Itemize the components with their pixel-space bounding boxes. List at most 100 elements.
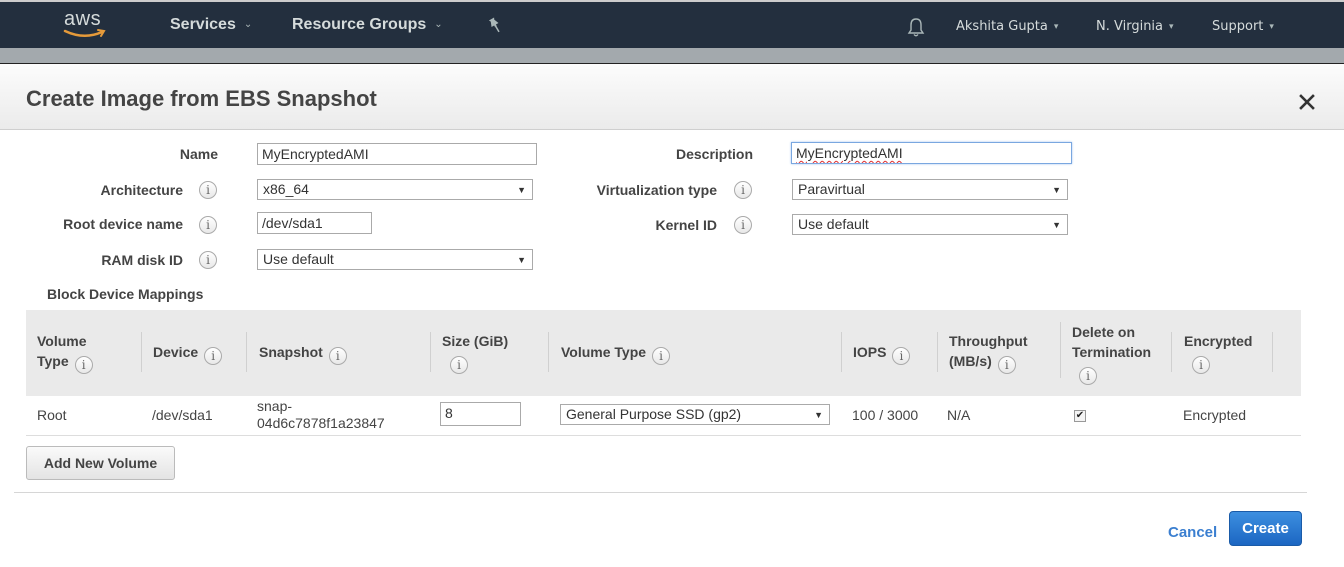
chevron-down-icon: ⌄ [243,19,253,30]
cancel-button[interactable]: Cancel [1168,524,1217,541]
header-text: (MB/s) [949,353,992,369]
user-menu[interactable]: Akshita Gupta ▾ [956,19,1058,34]
header-text: Type [37,353,69,369]
top-navigation-bar: aws Services ⌄ Resource Groups ⌄ Akshita G… [0,0,1344,48]
info-icon[interactable]: i [652,347,671,365]
info-icon[interactable]: i [1192,356,1210,374]
info-icon[interactable]: i [734,181,752,199]
architecture-label: Architecture [100,182,183,198]
size-input[interactable]: 8 [440,402,521,426]
info-icon[interactable]: i [892,347,911,365]
header-text: Device [153,344,199,360]
overlay-strip [0,48,1344,63]
column-divider [1272,332,1273,372]
delete-on-termination-checkbox[interactable]: ✔ [1074,410,1086,422]
cell-snapshot: snap- 04d6c7878f1a23847 [257,398,385,432]
support-label: Support [1212,19,1264,34]
support-menu[interactable]: Support ▾ [1212,19,1274,34]
header-text: Volume [37,333,87,349]
column-header-encrypted: Encrypted i [1184,331,1252,374]
name-label: Name [179,146,218,162]
info-icon[interactable]: i [328,347,347,365]
virtualization-type-select[interactable]: Paravirtual ▼ [792,179,1068,200]
info-icon[interactable]: i [734,216,752,234]
description-value: MyEncryptedAMI [796,145,903,161]
services-label: Services [170,16,236,33]
virtualization-type-label: Virtualization type [596,182,717,198]
column-header-iops: IOPS i [853,342,911,365]
snapshot-id-part: snap- [257,398,293,414]
root-device-name-label: Root device name [63,216,183,232]
chevron-down-icon: ▾ [1269,22,1274,32]
footer-divider [14,492,1307,493]
create-image-modal: Create Image from EBS Snapshot Name MyEn… [0,63,1344,567]
header-text: Size (GiB) [442,333,509,349]
snapshot-id-part: 04d6c7878f1a23847 [257,415,385,431]
ram-disk-id-label: RAM disk ID [101,252,183,268]
ebs-volume-type-select[interactable]: General Purpose SSD (gp2) ▼ [560,404,830,425]
add-new-volume-button[interactable]: Add New Volume [26,446,175,480]
header-text: Encrypted [1184,333,1253,349]
cell-encrypted: Encrypted [1183,407,1247,423]
virtualization-type-value: Paravirtual [798,181,865,197]
info-icon[interactable]: i [204,347,223,365]
chevron-down-icon: ⌄ [434,19,443,30]
region-menu[interactable]: N. Virginia ▾ [1096,19,1174,34]
table-row: Root /dev/sda1 snap- 04d6c7878f1a23847 8… [26,396,1301,436]
header-text: Termination [1072,344,1152,360]
info-icon[interactable]: i [199,251,217,269]
architecture-select[interactable]: x86_64 ▼ [257,179,533,200]
info-icon[interactable]: i [199,216,217,234]
header-text: Snapshot [259,344,323,360]
cell-throughput: N/A [947,407,971,423]
block-device-mappings-title: Block Device Mappings [47,286,204,302]
column-divider [937,332,938,372]
ebs-volume-type-value: General Purpose SSD (gp2) [566,406,742,422]
column-divider [141,332,142,372]
dropdown-arrow-icon: ▼ [517,185,526,195]
ram-disk-id-select[interactable]: Use default ▼ [257,249,533,270]
column-header-delete-on-termination: Delete on Termination i [1072,322,1151,385]
column-header-ebs-volume-type: Volume Type i [561,342,671,365]
resource-groups-menu[interactable]: Resource Groups ⌄ [292,16,443,34]
cell-device: /dev/sda1 [152,407,213,423]
resource-groups-label: Resource Groups [292,16,427,33]
info-icon[interactable]: i [74,356,93,374]
bell-icon[interactable] [905,16,927,38]
cell-volume-type: Root [37,407,67,423]
dropdown-arrow-icon: ▼ [1052,185,1061,195]
modal-header: Create Image from EBS Snapshot [0,64,1344,130]
cell-iops: 100 / 3000 [852,407,919,423]
name-input[interactable]: MyEncryptedAMI [257,143,537,165]
aws-smile-icon [63,29,106,37]
column-header-volume-type: Volume Type i [37,331,93,374]
dropdown-arrow-icon: ▼ [814,410,823,420]
kernel-id-select[interactable]: Use default ▼ [792,214,1068,235]
header-text: Throughput [949,333,1028,349]
description-input[interactable]: MyEncryptedAMI [791,142,1072,164]
create-button[interactable]: Create [1229,511,1302,546]
kernel-id-value: Use default [798,216,869,232]
aws-logo[interactable]: aws [62,8,110,42]
region-name: N. Virginia [1096,19,1164,34]
root-device-name-input[interactable]: /dev/sda1 [257,212,372,234]
dropdown-arrow-icon: ▼ [517,255,526,265]
info-icon[interactable]: i [450,356,468,374]
services-menu[interactable]: Services ⌄ [170,16,252,34]
column-divider [548,332,549,372]
user-name: Akshita Gupta [956,19,1048,34]
info-icon[interactable]: i [997,356,1016,374]
block-device-table-header: Volume Type i Device i Snapshot i Size (GiB… [26,310,1301,396]
header-text: Volume Type [561,344,647,360]
close-icon[interactable] [1293,88,1321,116]
pin-icon[interactable] [487,17,503,35]
kernel-id-label: Kernel ID [655,217,717,233]
column-header-device: Device i [153,342,223,365]
header-text: IOPS [853,344,887,360]
info-icon[interactable]: i [1079,367,1097,385]
column-divider [841,332,842,372]
column-header-size: Size (GiB) i [442,331,508,374]
ram-disk-id-value: Use default [263,251,334,267]
info-icon[interactable]: i [199,181,217,199]
column-header-snapshot: Snapshot i [259,342,347,365]
